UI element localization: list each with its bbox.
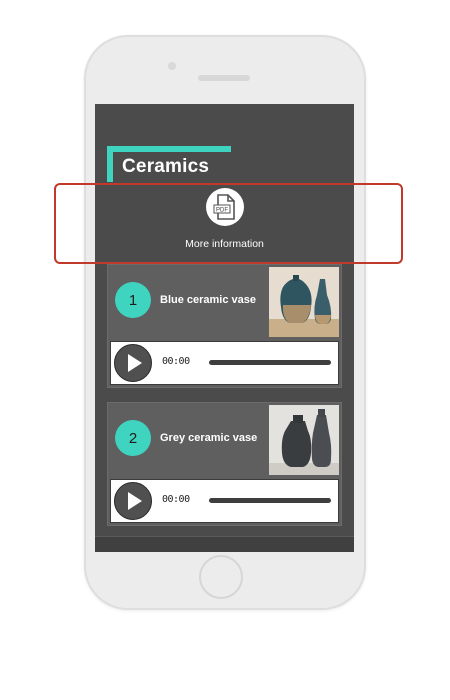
blue-vase-photo[interactable] xyxy=(269,267,339,337)
screen-bottom-bar xyxy=(95,536,354,552)
page-title: Ceramics xyxy=(122,156,210,177)
front-camera xyxy=(168,62,176,70)
home-button[interactable] xyxy=(199,555,243,599)
play-button[interactable] xyxy=(114,482,152,520)
grey-vase-photo[interactable] xyxy=(269,405,339,475)
item-number-badge: 1 xyxy=(115,282,151,318)
progress-bar[interactable] xyxy=(209,498,331,503)
item-title[interactable]: Grey ceramic vase xyxy=(160,432,257,444)
playback-time: 00:00 xyxy=(162,494,190,505)
item-number-badge: 2 xyxy=(115,420,151,456)
progress-bar[interactable] xyxy=(209,360,331,365)
play-icon xyxy=(128,492,142,510)
list-item[interactable]: 2 Grey ceramic vase 00:00 xyxy=(107,402,342,526)
app-screen: Ceramics PDF More information 1 Blue cer… xyxy=(95,104,354,552)
play-button[interactable] xyxy=(114,344,152,382)
audio-player: 00:00 xyxy=(110,479,339,523)
playback-time: 00:00 xyxy=(162,356,190,367)
audio-player: 00:00 xyxy=(110,341,339,385)
title-accent-bar xyxy=(107,146,231,152)
play-icon xyxy=(128,354,142,372)
item-title[interactable]: Blue ceramic vase xyxy=(160,294,256,306)
highlight-box xyxy=(54,183,403,264)
list-item[interactable]: 1 Blue ceramic vase 00:00 xyxy=(107,264,342,388)
title-accent-side xyxy=(107,146,113,182)
earpiece-speaker xyxy=(198,75,250,81)
